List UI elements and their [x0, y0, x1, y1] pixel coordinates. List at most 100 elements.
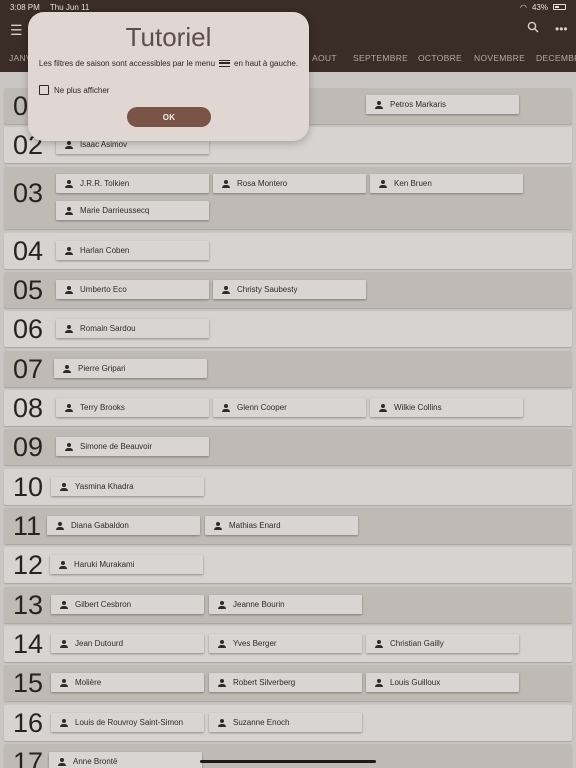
- author-chip[interactable]: Louis de Rouvroy Saint-Simon: [51, 713, 204, 732]
- status-time: 3:08 PM: [10, 2, 40, 12]
- author-chip[interactable]: Molière: [51, 673, 204, 692]
- author-chip[interactable]: Simone de Beauvoir: [56, 437, 209, 456]
- day-row: 10 Yasmina Khadra: [4, 469, 572, 505]
- day-row: 15 Molière Robert Silverberg Louis Guill…: [4, 665, 572, 701]
- tab-aout[interactable]: AOUT: [312, 53, 337, 63]
- author-chip[interactable]: Gilbert Cesbron: [51, 595, 204, 614]
- dont-show-again-checkbox[interactable]: Ne plus afficher: [39, 85, 109, 95]
- day-row: 04 Harlan Coben: [4, 233, 572, 269]
- person-icon: [60, 600, 68, 609]
- person-icon: [65, 442, 73, 451]
- person-icon: [65, 179, 73, 188]
- author-name: Yves Berger: [233, 639, 277, 648]
- person-icon: [222, 285, 230, 294]
- day-number: 12: [13, 550, 44, 580]
- author-name: J.R.R. Tolkien: [80, 179, 130, 188]
- wifi-icon: ◠: [520, 2, 527, 12]
- day-number: 09: [13, 432, 44, 462]
- tab-octobre[interactable]: OCTOBRE: [418, 53, 462, 63]
- person-icon: [218, 718, 226, 727]
- author-chip[interactable]: Louis Guilloux: [366, 673, 519, 692]
- author-chip[interactable]: Petros Markaris: [366, 95, 519, 114]
- author-name: Ken Bruen: [394, 179, 432, 188]
- author-chip[interactable]: Wilkie Collins: [370, 398, 523, 417]
- author-name: Petros Markaris: [390, 100, 447, 109]
- battery-percent: 43%: [531, 2, 548, 12]
- person-icon: [375, 639, 383, 648]
- author-chip[interactable]: Mathias Enard: [205, 516, 358, 535]
- author-chip[interactable]: Pierre Gripari: [54, 359, 207, 378]
- author-chip[interactable]: Umberto Eco: [56, 280, 209, 299]
- person-icon: [65, 140, 73, 149]
- author-name: Jean Dutourd: [75, 639, 124, 648]
- author-name: Anne Brontë: [73, 757, 118, 766]
- tab-novembre[interactable]: NOVEMBRE: [474, 53, 525, 63]
- author-chip[interactable]: Jean Dutourd: [51, 634, 204, 653]
- day-number: 04: [13, 236, 44, 266]
- author-name: Simone de Beauvoir: [80, 442, 153, 451]
- status-date: Thu Jun 11: [49, 2, 90, 12]
- author-chip[interactable]: Marie Darrieussecq: [56, 201, 209, 220]
- author-name: Glenn Cooper: [237, 403, 287, 412]
- author-chip[interactable]: Christian Gailly: [366, 634, 519, 653]
- author-name: Gilbert Cesbron: [75, 600, 132, 609]
- tab-decembre[interactable]: DECEMBRE: [536, 53, 576, 63]
- search-icon[interactable]: [527, 21, 539, 35]
- author-chip[interactable]: Romain Sardou: [56, 319, 209, 338]
- author-chip[interactable]: Diana Gabaldon: [47, 516, 200, 535]
- person-icon: [222, 179, 230, 188]
- dialog-text-before: Les filtres de saison sont accessibles p…: [38, 59, 216, 68]
- day-number: 13: [13, 590, 44, 620]
- person-icon: [218, 678, 226, 687]
- checkbox-box[interactable]: [39, 85, 49, 95]
- menu-icon[interactable]: ☰: [10, 23, 23, 37]
- author-name: Molière: [75, 678, 102, 687]
- ok-button[interactable]: OK: [127, 107, 211, 127]
- day-number: 17: [13, 747, 44, 768]
- author-chip[interactable]: Yves Berger: [209, 634, 362, 653]
- author-name: Louis Guilloux: [390, 678, 441, 687]
- person-icon: [60, 718, 68, 727]
- author-chip[interactable]: Suzanne Enoch: [209, 713, 362, 732]
- day-number: 06: [13, 314, 44, 344]
- day-number: 05: [13, 275, 44, 305]
- author-chip[interactable]: Robert Silverberg: [209, 673, 362, 692]
- day-row: 07 Pierre Gripari: [4, 351, 572, 387]
- author-chip[interactable]: Rosa Montero: [213, 174, 366, 193]
- home-indicator[interactable]: [200, 760, 376, 763]
- dialog-title: Tutoriel: [125, 22, 212, 52]
- day-row: 06 Romain Sardou: [4, 311, 572, 347]
- person-icon: [375, 100, 383, 109]
- author-name: Christy Saubesty: [237, 285, 298, 294]
- author-chip[interactable]: J.R.R. Tolkien: [56, 174, 209, 193]
- author-name: Yasmina Khadra: [75, 482, 134, 491]
- author-chip[interactable]: Anne Brontë: [49, 752, 202, 768]
- person-icon: [375, 678, 383, 687]
- author-name: Haruki Murakami: [74, 560, 135, 569]
- author-chip[interactable]: Harlan Coben: [56, 241, 209, 260]
- author-chip[interactable]: Glenn Cooper: [213, 398, 366, 417]
- author-chip[interactable]: Haruki Murakami: [50, 555, 203, 574]
- more-options-icon[interactable]: •••: [555, 22, 568, 36]
- tab-septembre[interactable]: SEPTEMBRE: [353, 53, 408, 63]
- person-icon: [379, 403, 387, 412]
- day-number: 14: [13, 629, 44, 659]
- author-chip[interactable]: Christy Saubesty: [213, 280, 366, 299]
- person-icon: [56, 521, 64, 530]
- author-chip[interactable]: Yasmina Khadra: [51, 477, 204, 496]
- author-name: Harlan Coben: [80, 246, 130, 255]
- day-number: 07: [13, 354, 44, 384]
- author-chip[interactable]: Terry Brooks: [56, 398, 209, 417]
- author-chip[interactable]: Jeanne Bourin: [209, 595, 362, 614]
- checkbox-label: Ne plus afficher: [54, 85, 110, 95]
- day-row: 16 Louis de Rouvroy Saint-Simon Suzanne …: [4, 705, 572, 741]
- day-row: 17 Anne Brontë: [4, 744, 572, 768]
- author-name: Christian Gailly: [390, 639, 444, 648]
- author-chip[interactable]: Ken Bruen: [370, 174, 523, 193]
- author-name: Mathias Enard: [229, 521, 281, 530]
- day-row: 12 Haruki Murakami: [4, 547, 572, 583]
- tutorial-dialog: Tutoriel Les filtres de saison sont acce…: [28, 12, 309, 141]
- dialog-text-after: en haut à gauche.: [234, 59, 299, 68]
- person-icon: [60, 482, 68, 491]
- person-icon: [218, 600, 226, 609]
